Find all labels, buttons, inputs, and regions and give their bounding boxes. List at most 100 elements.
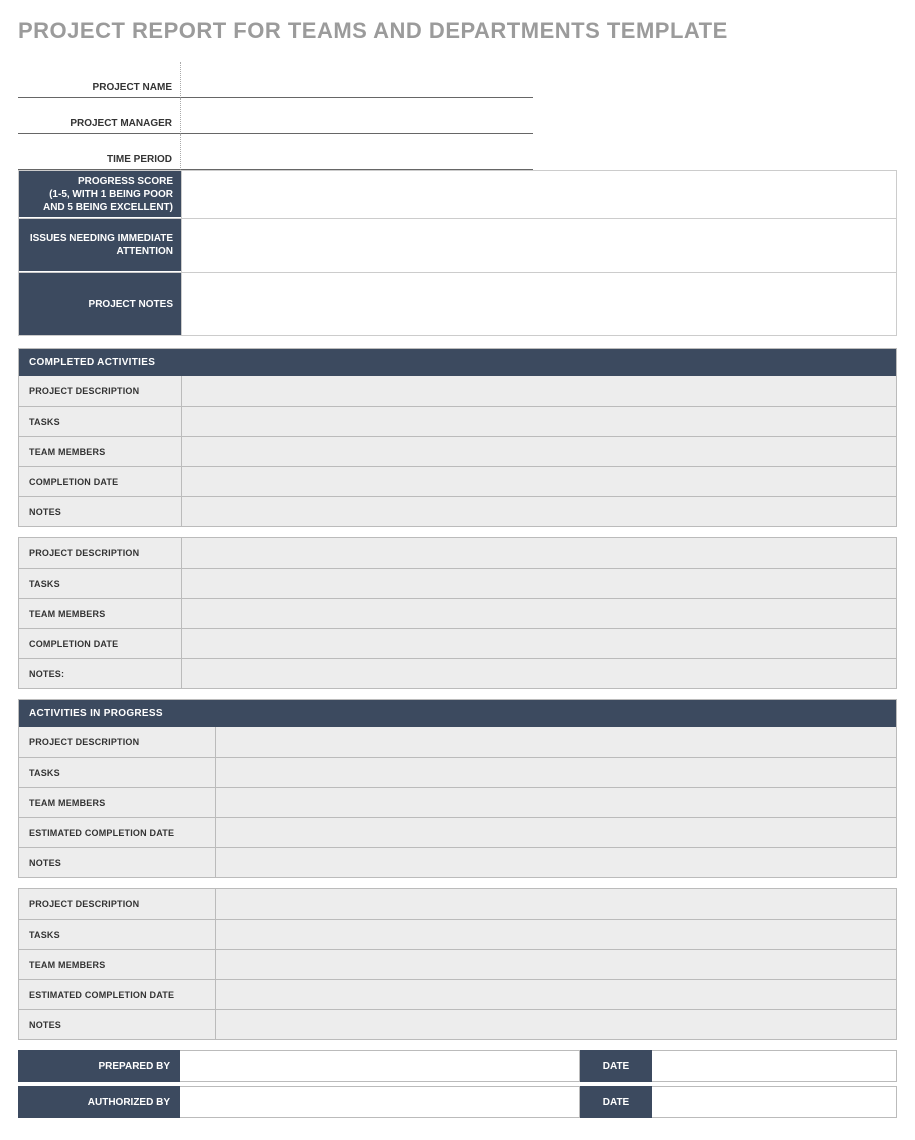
table-row: NOTES [19, 1009, 896, 1039]
in-progress-section: ACTIVITIES IN PROGRESS PROJECT DESCRIPTI… [18, 699, 897, 878]
row-value[interactable] [215, 758, 896, 787]
row-value[interactable] [215, 788, 896, 817]
row-label: TEAM MEMBERS [19, 437, 181, 466]
project-name-value[interactable] [180, 62, 533, 98]
table-row: PROJECT DESCRIPTION [19, 538, 896, 568]
table-row: NOTES: [19, 658, 896, 688]
table-row: PROJECT DESCRIPTION [19, 376, 896, 406]
project-manager-value[interactable] [180, 98, 533, 134]
row-value[interactable] [181, 599, 896, 628]
issues-label: ISSUES NEEDING IMMEDIATE ATTENTION [19, 219, 181, 272]
table-row: NOTES [19, 847, 896, 877]
authorized-by-value[interactable] [180, 1086, 580, 1118]
top-meta-section: PROJECT NAME PROJECT MANAGER TIME PERIOD [18, 62, 897, 170]
row-label: NOTES [19, 1010, 215, 1039]
table-row: TASKS [19, 919, 896, 949]
row-value[interactable] [181, 629, 896, 658]
progress-score-value[interactable] [181, 171, 534, 218]
row-value[interactable] [215, 920, 896, 949]
in-progress-block-1: PROJECT DESCRIPTION TASKS TEAM MEMBERS E… [18, 888, 897, 1040]
row-label: TASKS [19, 758, 215, 787]
row-label: ESTIMATED COMPLETION DATE [19, 980, 215, 1009]
prepared-by-date-value[interactable] [652, 1050, 897, 1082]
row-label: TEAM MEMBERS [19, 950, 215, 979]
table-row: ESTIMATED COMPLETION DATE [19, 817, 896, 847]
time-period-value[interactable] [180, 134, 533, 170]
row-label: ESTIMATED COMPLETION DATE [19, 818, 215, 847]
table-row: NOTES [19, 496, 896, 526]
row-value[interactable] [181, 569, 896, 598]
table-row: TEAM MEMBERS [19, 598, 896, 628]
row-value[interactable] [215, 818, 896, 847]
table-row: PROJECT DESCRIPTION [19, 889, 896, 919]
row-label: TASKS [19, 569, 181, 598]
row-label: PROJECT DESCRIPTION [19, 538, 181, 568]
completed-activities-section: COMPLETED ACTIVITIES PROJECT DESCRIPTION… [18, 348, 897, 527]
issues-value[interactable] [181, 219, 896, 272]
row-value[interactable] [215, 889, 896, 919]
row-value[interactable] [181, 407, 896, 436]
prepared-by-row: PREPARED BY DATE [18, 1050, 897, 1082]
row-value[interactable] [181, 659, 896, 688]
project-notes-row: PROJECT NOTES [19, 273, 896, 335]
project-notes-label: PROJECT NOTES [19, 273, 181, 335]
issues-row: ISSUES NEEDING IMMEDIATE ATTENTION [19, 219, 896, 273]
row-value[interactable] [181, 437, 896, 466]
row-value[interactable] [215, 980, 896, 1009]
table-row: ESTIMATED COMPLETION DATE [19, 979, 896, 1009]
row-value[interactable] [215, 950, 896, 979]
prepared-by-value[interactable] [180, 1050, 580, 1082]
completed-block-1: PROJECT DESCRIPTION TASKS TEAM MEMBERS C… [18, 537, 897, 689]
table-row: TEAM MEMBERS [19, 787, 896, 817]
table-row: TASKS [19, 568, 896, 598]
row-label: TEAM MEMBERS [19, 599, 181, 628]
table-row: TEAM MEMBERS [19, 436, 896, 466]
row-label: TASKS [19, 920, 215, 949]
project-notes-value[interactable] [181, 273, 896, 335]
row-label: PROJECT DESCRIPTION [19, 727, 215, 757]
row-value[interactable] [181, 376, 896, 406]
project-manager-row: PROJECT MANAGER [18, 98, 897, 134]
row-label: PROJECT DESCRIPTION [19, 376, 181, 406]
project-manager-label: PROJECT MANAGER [18, 98, 180, 134]
progress-score-row: PROGRESS SCORE (1-5, WITH 1 BEING POOR A… [19, 171, 896, 219]
row-label: COMPLETION DATE [19, 629, 181, 658]
row-value[interactable] [181, 467, 896, 496]
prepared-by-label: PREPARED BY [18, 1050, 180, 1082]
completed-block-0: PROJECT DESCRIPTION TASKS TEAM MEMBERS C… [19, 376, 896, 526]
time-period-row: TIME PERIOD [18, 134, 897, 170]
row-label: COMPLETION DATE [19, 467, 181, 496]
signoff-section: PREPARED BY DATE AUTHORIZED BY DATE [18, 1050, 897, 1118]
in-progress-header: ACTIVITIES IN PROGRESS [19, 700, 896, 727]
table-row: TASKS [19, 406, 896, 436]
table-row: TEAM MEMBERS [19, 949, 896, 979]
authorized-by-row: AUTHORIZED BY DATE [18, 1086, 897, 1118]
prepared-by-date-label: DATE [580, 1050, 652, 1082]
authorized-by-date-value[interactable] [652, 1086, 897, 1118]
table-row: PROJECT DESCRIPTION [19, 727, 896, 757]
row-label: TEAM MEMBERS [19, 788, 215, 817]
project-name-row: PROJECT NAME [18, 62, 897, 98]
progress-score-label: PROGRESS SCORE (1-5, WITH 1 BEING POOR A… [19, 171, 181, 218]
row-label: TASKS [19, 407, 181, 436]
time-period-label: TIME PERIOD [18, 134, 180, 170]
authorized-by-label: AUTHORIZED BY [18, 1086, 180, 1118]
row-value[interactable] [181, 538, 896, 568]
table-row: COMPLETION DATE [19, 628, 896, 658]
row-value[interactable] [181, 497, 896, 526]
in-progress-block-0: PROJECT DESCRIPTION TASKS TEAM MEMBERS E… [19, 727, 896, 877]
completed-activities-header: COMPLETED ACTIVITIES [19, 349, 896, 376]
table-row: TASKS [19, 757, 896, 787]
project-name-label: PROJECT NAME [18, 62, 180, 98]
row-value[interactable] [215, 1010, 896, 1039]
table-row: COMPLETION DATE [19, 466, 896, 496]
row-label: NOTES: [19, 659, 181, 688]
row-label: PROJECT DESCRIPTION [19, 889, 215, 919]
row-label: NOTES [19, 497, 181, 526]
row-value[interactable] [215, 848, 896, 877]
authorized-by-date-label: DATE [580, 1086, 652, 1118]
highlights-section: PROGRESS SCORE (1-5, WITH 1 BEING POOR A… [18, 170, 897, 336]
row-label: NOTES [19, 848, 215, 877]
row-value[interactable] [215, 727, 896, 757]
page-title: PROJECT REPORT FOR TEAMS AND DEPARTMENTS… [18, 18, 897, 44]
